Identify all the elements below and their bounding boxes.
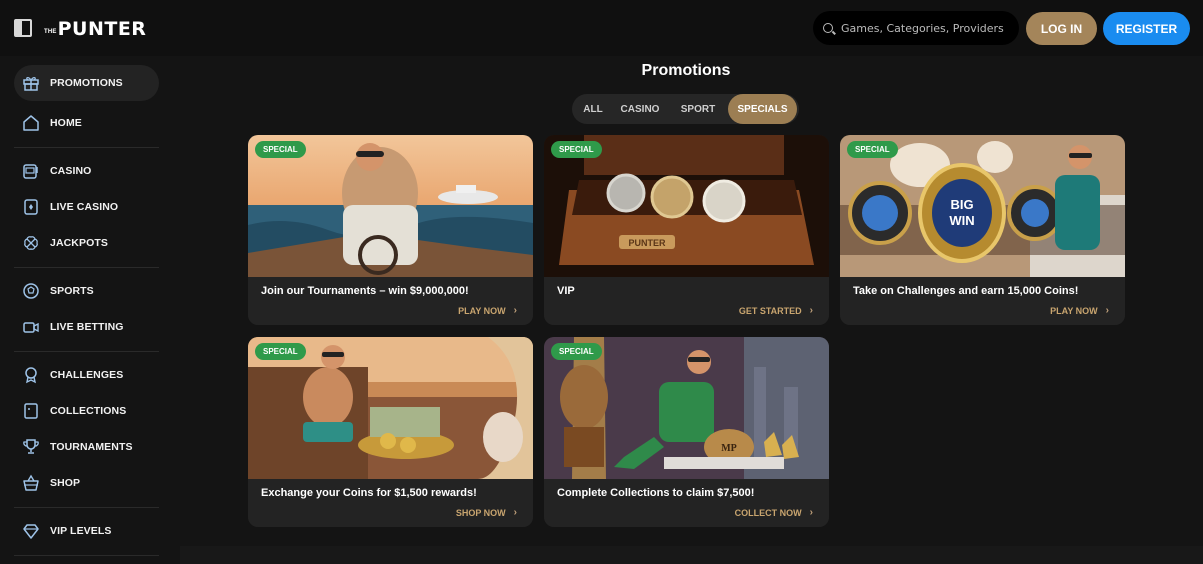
belt-win-text: WIN [949,213,974,228]
sidebar-divider [14,555,159,556]
search-icon [823,23,833,33]
ball-icon [23,283,39,299]
logo-text: PUNTER [57,18,147,40]
clover-icon [24,236,38,250]
card-title: Complete Collections to claim $7,500! [557,487,755,499]
sidebar-item-label: LIVE BETTING [50,321,124,333]
sidebar: PROMOTIONS HOME CASINO LIVE CASINO JACKP… [0,56,174,564]
sidebar-item-challenges[interactable]: CHALLENGES [14,357,159,393]
tab-specials[interactable]: SPECIALS [728,94,797,124]
playing-card-icon [24,199,38,215]
sidebar-item-label: VIP LEVELS [50,525,112,537]
sidebar-item-label: SHOP [50,477,81,489]
search-bar[interactable] [813,11,1019,45]
home-icon [23,115,39,131]
special-badge: SPECIAL [551,141,602,158]
search-input[interactable] [841,21,1011,35]
footer-strip [180,546,1203,564]
top-bar: THE PUNTER LOG IN REGISTER [0,0,1203,56]
get-started-link[interactable]: GET STARTED › [739,305,813,316]
sidebar-item-label: COLLECTIONS [50,405,127,417]
sidebar-item-collections[interactable]: COLLECTIONS [14,393,159,429]
chevron-right-icon: › [1105,305,1109,316]
play-now-link[interactable]: PLAY NOW › [1050,305,1109,316]
promo-card-vip[interactable]: PUNTER SPECIAL VIP GET STARTED › [544,135,829,325]
card-footer: Complete Collections to claim $7,500! CO… [544,479,829,527]
shopping-basket-icon [23,474,39,491]
sidebar-item-label: JACKPOTS [50,237,108,249]
collect-now-link[interactable]: COLLECT NOW › [735,507,813,518]
cta-label: SHOP NOW [455,507,506,518]
sidebar-divider [14,267,159,268]
collection-card-icon [24,403,38,419]
page-title: Promotions [641,62,731,79]
card-title: Take on Challenges and earn 15,000 Coins… [853,285,1079,297]
chevron-right-icon: › [513,305,517,316]
sidebar-divider [14,507,159,508]
card-footer: Exchange your Coins for $1,500 rewards! … [248,479,533,527]
sidebar-item-label: SPORTS [50,285,94,297]
sidebar-item-label: CHALLENGES [50,369,124,381]
chevron-right-icon: › [513,507,517,518]
sidebar-item-home[interactable]: HOME [14,105,159,141]
logo-prefix: THE [44,29,57,35]
sidebar-item-vip-levels[interactable]: VIP LEVELS [14,513,159,549]
diamond-icon [23,524,39,539]
tab-all[interactable]: ALL [574,94,612,124]
sidebar-item-label: HOME [50,117,82,129]
cta-label: COLLECT NOW [734,507,802,518]
box-brand-text: PUNTER [628,238,666,248]
sidebar-item-live-betting[interactable]: LIVE BETTING [14,309,159,345]
promo-card-shop[interactable]: SPECIAL Exchange your Coins for $1,500 r… [248,337,533,527]
tab-sport[interactable]: SPORT [668,94,728,124]
medal-icon [25,367,37,384]
sidebar-toggle-icon[interactable] [14,19,32,37]
play-now-link[interactable]: PLAY NOW › [458,305,517,316]
register-button[interactable]: REGISTER [1103,12,1190,45]
sidebar-item-label: TOURNAMENTS [50,441,133,453]
sidebar-item-promotions[interactable]: PROMOTIONS [14,65,159,101]
special-badge: SPECIAL [255,141,306,158]
chevron-right-icon: › [809,305,813,316]
special-badge: SPECIAL [551,343,602,360]
tab-casino[interactable]: CASINO [612,94,668,124]
sidebar-item-label: CASINO [50,165,92,177]
gift-icon [23,77,39,91]
slot-machine-icon [23,164,38,179]
cta-label: GET STARTED [738,305,802,316]
logo[interactable]: THE PUNTER [44,17,146,39]
card-title: Join our Tournaments – win $9,000,000! [261,285,469,297]
promo-card-tournaments[interactable]: SPECIAL Join our Tournaments – win $9,00… [248,135,533,325]
sidebar-item-live-casino[interactable]: LIVE CASINO [14,189,159,225]
card-title: Exchange your Coins for $1,500 rewards! [261,487,477,499]
sidebar-item-sports[interactable]: SPORTS [14,273,159,309]
shop-now-link[interactable]: SHOP NOW › [456,507,517,518]
card-footer: VIP GET STARTED › [544,277,829,325]
login-button[interactable]: LOG IN [1026,12,1097,45]
sidebar-divider [14,147,159,148]
sidebar-item-label: LIVE CASINO [50,201,119,213]
sidebar-divider [14,351,159,352]
video-camera-icon [23,322,39,333]
sidebar-item-label: PROMOTIONS [50,77,123,89]
bag-monogram-text: MP [721,443,737,454]
card-footer: Join our Tournaments – win $9,000,000! P… [248,277,533,325]
belt-big-text: BIG [950,197,973,212]
sidebar-item-shop[interactable]: SHOP [14,465,159,501]
sidebar-item-jackpots[interactable]: JACKPOTS [14,225,159,261]
sidebar-item-tournaments[interactable]: TOURNAMENTS [14,429,159,465]
cta-label: PLAY NOW [1050,305,1098,316]
card-title: VIP [557,285,575,297]
promo-card-challenges[interactable]: BIG WIN SPECIAL Take on Challenges and e… [840,135,1125,325]
special-badge: SPECIAL [847,141,898,158]
card-footer: Take on Challenges and earn 15,000 Coins… [840,277,1125,325]
promo-card-collections[interactable]: MP SPECIAL Complete Collections to claim… [544,337,829,527]
promo-filter-tabs: ALL CASINO SPORT SPECIALS [572,94,799,124]
cta-label: PLAY NOW [458,305,506,316]
trophy-icon [23,439,39,454]
special-badge: SPECIAL [255,343,306,360]
sidebar-item-casino[interactable]: CASINO [14,153,159,189]
chevron-right-icon: › [809,507,813,518]
